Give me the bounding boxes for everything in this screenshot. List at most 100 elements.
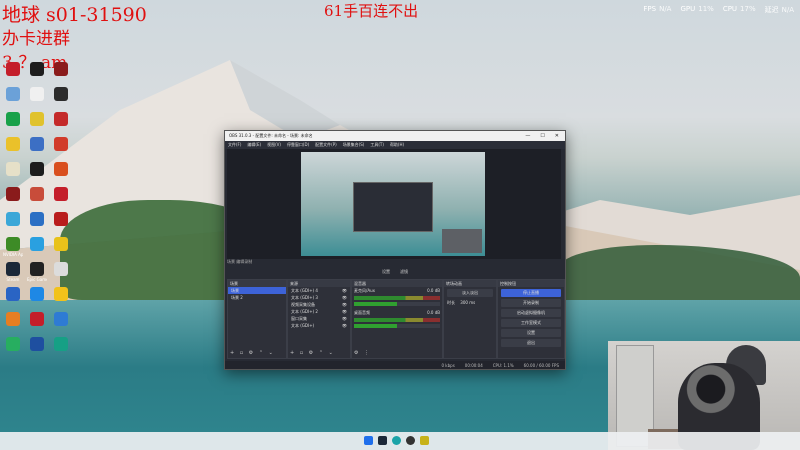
desktop-shortcut[interactable] [3, 337, 23, 352]
control-button[interactable]: 启动虚拟摄像机 [501, 309, 561, 317]
menu-item[interactable]: 停靠窗口(D) [287, 142, 309, 148]
mixer-header: 混音器 [352, 280, 442, 287]
desktop-shortcut[interactable] [27, 187, 47, 202]
sources-header: 来源 [288, 280, 350, 287]
desktop-shortcut[interactable] [51, 187, 71, 202]
desktop-shortcut[interactable] [3, 112, 23, 127]
settings-tab[interactable]: 设置 [382, 269, 390, 275]
desktop-shortcut[interactable] [3, 87, 23, 102]
eye-icon[interactable]: 👁 [342, 308, 347, 315]
desktop-shortcut[interactable] [51, 212, 71, 227]
control-button[interactable]: 工作室模式 [501, 319, 561, 327]
menu-item[interactable]: 视图(V) [267, 142, 281, 148]
menu-item[interactable]: 配置文件(P) [315, 142, 337, 148]
transition-select[interactable]: 淡入淡出 [447, 289, 493, 297]
eye-icon[interactable]: 👁 [342, 315, 347, 322]
source-item[interactable]: 窗口采集 👁 [288, 315, 350, 322]
eye-icon[interactable]: 👁 [342, 322, 347, 329]
desktop-shortcut[interactable] [3, 137, 23, 152]
desktop-shortcut[interactable] [27, 137, 47, 152]
desktop-shortcut[interactable]: NVIDIA App [3, 237, 23, 257]
close-icon[interactable]: ✕ [555, 133, 559, 139]
cpu-stat: CPU 17% [722, 5, 756, 13]
desktop-shortcut[interactable] [51, 262, 71, 277]
menu-item[interactable]: 场景集合(S) [343, 142, 365, 148]
app-icon [6, 337, 20, 351]
obs-icon[interactable] [406, 436, 415, 445]
start-icon[interactable] [364, 436, 373, 445]
desktop-shortcut[interactable] [51, 237, 71, 252]
desktop-shortcut[interactable] [51, 62, 71, 77]
desktop-shortcut[interactable] [51, 162, 71, 177]
desktop-shortcut[interactable] [51, 112, 71, 127]
obs-menubar: 文件(F) 编辑(E) 视图(V) 停靠窗口(D) 配置文件(P) 场景集合(S) 工具(T… [225, 141, 565, 149]
app-icon [54, 262, 68, 276]
source-item[interactable]: 文本 (GDI+) 2 👁 [288, 308, 350, 315]
source-item[interactable]: 视频采集设备 👁 [288, 301, 350, 308]
desktop-shortcut[interactable] [27, 112, 47, 127]
volume-slider[interactable] [354, 324, 440, 328]
desktop-shortcut[interactable]: Steam [3, 262, 23, 282]
desktop-shortcut[interactable] [51, 337, 71, 352]
mixer-channel[interactable]: 麦克风/Aux 0.0 dB [352, 287, 442, 309]
menu-item[interactable]: 文件(F) [228, 142, 241, 148]
app-icon [54, 212, 68, 226]
desktop-shortcut[interactable]: Epic Games [27, 262, 47, 282]
menu-item[interactable]: 工具(T) [370, 142, 384, 148]
control-button[interactable]: 退出 [501, 339, 561, 347]
maximize-icon[interactable]: ☐ [540, 133, 544, 139]
scenes-dock: 场景 场景 场景 2 + ▫ ⚙ ⌃ ⌄ [227, 279, 287, 359]
scene-item[interactable]: 场景 [228, 287, 286, 294]
minimize-icon[interactable]: — [525, 133, 530, 139]
obs-window[interactable]: OBS 31.0.3 - 配置文件: 未命名 - 场景: 未命名 — ☐ ✕ 文件(… [224, 130, 566, 370]
preview-status-line: 场景 编辑录制 [227, 259, 253, 264]
volume-slider[interactable] [354, 302, 440, 306]
desktop-shortcut[interactable] [51, 312, 71, 327]
desktop-shortcut[interactable] [27, 212, 47, 227]
desktop-shortcut[interactable] [51, 87, 71, 102]
app-icon [30, 162, 44, 176]
mixer-channel[interactable]: 桌面音频 0.0 dB [352, 309, 442, 331]
scene-item[interactable]: 场景 2 [228, 294, 286, 301]
menu-item[interactable]: 编辑(E) [247, 142, 261, 148]
source-item[interactable]: 文本 (GDI+) 👁 [288, 322, 350, 329]
source-toolbar[interactable]: + ▫ ⚙ ⌃ ⌄ [290, 350, 335, 356]
desktop-shortcut[interactable] [27, 287, 47, 302]
desktop-shortcut[interactable] [3, 212, 23, 227]
desktop-shortcut[interactable] [3, 187, 23, 202]
desktop-shortcut[interactable] [27, 337, 47, 352]
scenes-header: 场景 [228, 280, 286, 287]
obs-titlebar[interactable]: OBS 31.0.3 - 配置文件: 未命名 - 场景: 未命名 — ☐ ✕ [225, 131, 565, 141]
desktop-shortcut[interactable] [27, 312, 47, 327]
edge-icon[interactable] [392, 436, 401, 445]
control-button[interactable]: 开始录制 [501, 299, 561, 307]
desktop-shortcut[interactable] [3, 312, 23, 327]
app-icon [6, 187, 20, 201]
desktop-shortcut[interactable] [3, 287, 23, 302]
eye-icon[interactable]: 👁 [342, 287, 347, 294]
desktop-shortcut[interactable] [27, 237, 47, 252]
control-button[interactable]: 设置 [501, 329, 561, 337]
app-icon [54, 112, 68, 126]
desktop-shortcut[interactable] [27, 62, 47, 77]
mixer-toolbar[interactable]: ⚙ ⋮ [354, 350, 371, 356]
eye-icon[interactable]: 👁 [342, 294, 347, 301]
menu-item[interactable]: 帮助(H) [390, 142, 404, 148]
desktop-shortcut[interactable] [27, 162, 47, 177]
desktop-shortcut[interactable] [51, 137, 71, 152]
transition-duration-input[interactable]: 300 ms [460, 300, 475, 305]
transition-duration-label: 时长 [447, 300, 455, 305]
app-icon[interactable] [420, 436, 429, 445]
source-item[interactable]: 文本 (GDI+) 3 👁 [288, 294, 350, 301]
eye-icon[interactable]: 👁 [342, 301, 347, 308]
scene-toolbar[interactable]: + ▫ ⚙ ⌃ ⌄ [230, 350, 275, 356]
desktop-shortcut[interactable] [3, 62, 23, 77]
control-button[interactable]: 停止直播 [501, 289, 561, 297]
desktop-shortcut[interactable] [51, 287, 71, 302]
desktop-shortcut[interactable] [3, 162, 23, 177]
desktop-shortcut[interactable] [27, 87, 47, 102]
filters-tab[interactable]: 滤镜 [400, 269, 408, 275]
source-item[interactable]: 文本 (GDI+) 4 👁 [288, 287, 350, 294]
steam-icon[interactable] [378, 436, 387, 445]
preview-canvas[interactable] [227, 149, 561, 259]
